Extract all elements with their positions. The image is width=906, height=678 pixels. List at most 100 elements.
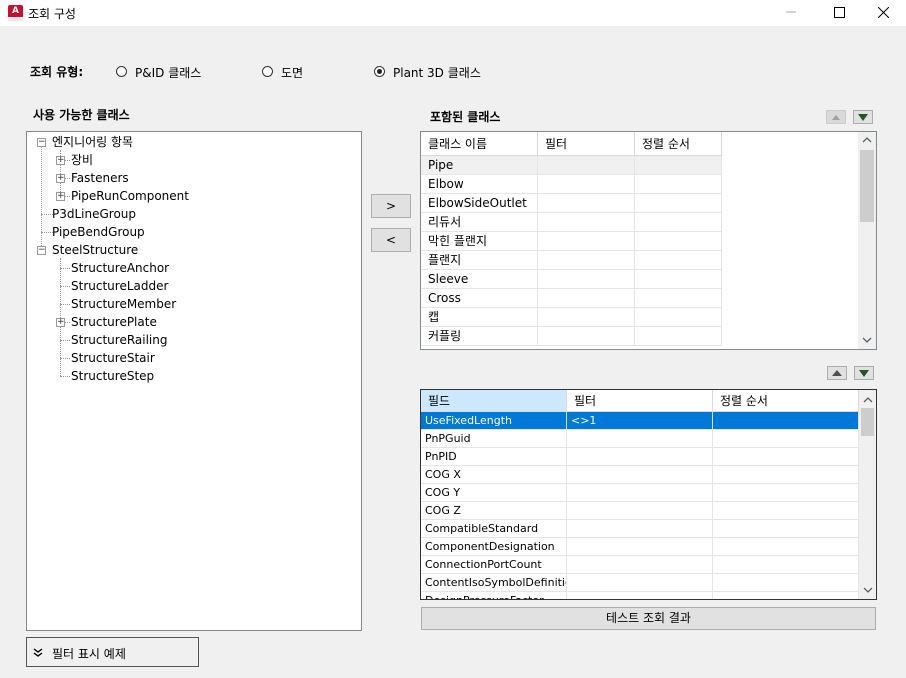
field-sort-order-cell[interactable]: [713, 556, 859, 574]
radio-plant3d-classes[interactable]: Plant 3D 클래스: [374, 66, 481, 80]
radio-circle-selected[interactable]: [374, 66, 385, 77]
field-name-cell[interactable]: UseFixedLength: [421, 412, 567, 430]
expand-icon[interactable]: +: [56, 318, 65, 327]
scroll-down-icon[interactable]: [863, 586, 873, 594]
tree-item-structurerailing[interactable]: StructureRailing: [71, 331, 167, 349]
class-filter-cell[interactable]: [538, 232, 635, 251]
class-sort-order-cell[interactable]: [635, 175, 722, 194]
field-sort-order-cell[interactable]: [713, 502, 859, 520]
scroll-thumb[interactable]: [860, 150, 874, 222]
class-sort-order-cell[interactable]: [635, 213, 722, 232]
scroll-thumb[interactable]: [861, 408, 874, 436]
close-button[interactable]: [860, 0, 906, 26]
tree-item-p3dlinegroup[interactable]: P3dLineGroup: [52, 205, 136, 223]
class-filter-cell[interactable]: [538, 156, 635, 175]
included-scrollbar[interactable]: [858, 132, 876, 349]
class-name-cell[interactable]: 플랜지: [421, 251, 538, 270]
expand-icon[interactable]: +: [56, 192, 65, 201]
field-sort-order-cell[interactable]: [713, 592, 859, 599]
field-filter-cell[interactable]: [567, 574, 713, 592]
field-sort-order-cell[interactable]: [713, 466, 859, 484]
column-header-field[interactable]: 필드: [421, 390, 567, 412]
show-filter-examples-button[interactable]: 필터 표시 예제: [26, 637, 199, 667]
field-filter-cell[interactable]: [567, 448, 713, 466]
class-name-cell[interactable]: 캡: [421, 308, 538, 327]
move-up-button[interactable]: [826, 110, 846, 124]
tree-item-piperuncomponent[interactable]: PipeRunComponent: [71, 187, 189, 205]
remove-class-button[interactable]: <: [371, 228, 411, 252]
class-filter-cell[interactable]: [538, 194, 635, 213]
tree-item-equipment[interactable]: 장비: [71, 151, 93, 169]
column-header-class-name[interactable]: 클래스 이름: [421, 132, 538, 156]
class-sort-order-cell[interactable]: [635, 308, 722, 327]
tree-item-structurestair[interactable]: StructureStair: [71, 349, 155, 367]
field-name-cell[interactable]: COG X: [421, 466, 567, 484]
class-filter-cell[interactable]: [538, 213, 635, 232]
field-move-up-button[interactable]: [827, 366, 847, 380]
field-name-cell[interactable]: PnPGuid: [421, 430, 567, 448]
included-classes-grid[interactable]: 클래스 이름 필터 정렬 순서 Pipe Elbow ElbowSideOutlet…: [420, 131, 877, 350]
expand-icon[interactable]: +: [56, 174, 65, 183]
maximize-button[interactable]: [816, 0, 862, 26]
add-class-button[interactable]: >: [371, 194, 411, 218]
field-name-cell[interactable]: ConnectionPortCount: [421, 556, 567, 574]
fields-scrollbar[interactable]: [859, 390, 876, 599]
radio-circle[interactable]: [262, 66, 273, 77]
scroll-down-icon[interactable]: [862, 336, 872, 344]
field-sort-order-cell[interactable]: [713, 538, 859, 556]
tree-item-fasteners[interactable]: Fasteners: [71, 169, 129, 187]
field-sort-order-cell[interactable]: [713, 448, 859, 466]
class-filter-cell[interactable]: [538, 175, 635, 194]
class-sort-order-cell[interactable]: [635, 327, 722, 346]
tree-item-structureladder[interactable]: StructureLadder: [71, 277, 168, 295]
class-name-cell[interactable]: Sleeve: [421, 270, 538, 289]
field-sort-order-cell[interactable]: [713, 430, 859, 448]
class-name-cell[interactable]: Elbow: [421, 175, 538, 194]
tree-item-structureplate[interactable]: StructurePlate: [71, 313, 157, 331]
field-filter-cell[interactable]: [567, 484, 713, 502]
collapse-icon[interactable]: −: [37, 246, 46, 255]
expand-icon[interactable]: +: [56, 156, 65, 165]
field-name-cell[interactable]: CompatibleStandard: [421, 520, 567, 538]
scroll-up-icon[interactable]: [863, 396, 873, 404]
field-name-cell[interactable]: ComponentDesignation: [421, 538, 567, 556]
field-sort-order-cell[interactable]: [713, 574, 859, 592]
class-name-cell[interactable]: Cross: [421, 289, 538, 308]
class-sort-order-cell[interactable]: [635, 232, 722, 251]
tree-item-pipebendgroup[interactable]: PipeBendGroup: [52, 223, 145, 241]
class-name-cell[interactable]: 커플링: [421, 327, 538, 346]
class-sort-order-cell[interactable]: [635, 289, 722, 308]
column-header-filter[interactable]: 필터: [538, 132, 635, 156]
radio-circle[interactable]: [116, 66, 127, 77]
field-name-cell[interactable]: COG Y: [421, 484, 567, 502]
field-name-cell[interactable]: PnPID: [421, 448, 567, 466]
column-header-sort-order[interactable]: 정렬 순서: [635, 132, 722, 156]
field-filter-cell[interactable]: [567, 538, 713, 556]
field-filter-cell[interactable]: [567, 466, 713, 484]
class-name-cell[interactable]: Pipe: [421, 156, 538, 175]
minimize-button[interactable]: [768, 0, 814, 26]
fields-grid[interactable]: 필드 필터 정렬 순서 UseFixedLength <>1 PnPGuid PnPI…: [420, 389, 877, 600]
tree-item-structuremember[interactable]: StructureMember: [71, 295, 176, 313]
field-sort-order-cell[interactable]: [713, 484, 859, 502]
collapse-icon[interactable]: −: [37, 138, 46, 147]
column-header-field-sort-order[interactable]: 정렬 순서: [713, 390, 859, 412]
field-filter-cell[interactable]: [567, 520, 713, 538]
tree-item-structureanchor[interactable]: StructureAnchor: [71, 259, 169, 277]
class-name-cell[interactable]: ElbowSideOutlet: [421, 194, 538, 213]
field-name-cell[interactable]: DesignPressureFactor: [421, 592, 567, 599]
class-filter-cell[interactable]: [538, 251, 635, 270]
class-name-cell[interactable]: 막힌 플랜지: [421, 232, 538, 251]
field-filter-cell[interactable]: [567, 556, 713, 574]
class-sort-order-cell[interactable]: [635, 156, 722, 175]
scroll-up-icon[interactable]: [862, 136, 872, 144]
class-sort-order-cell[interactable]: [635, 251, 722, 270]
move-down-button[interactable]: [853, 110, 873, 124]
test-query-results-button[interactable]: 테스트 조회 결과: [421, 607, 876, 630]
class-sort-order-cell[interactable]: [635, 194, 722, 213]
class-filter-cell[interactable]: [538, 289, 635, 308]
field-name-cell[interactable]: COG Z: [421, 502, 567, 520]
field-filter-cell[interactable]: [567, 430, 713, 448]
field-sort-order-cell[interactable]: [713, 520, 859, 538]
tree-item-steelstructure[interactable]: SteelStructure: [52, 241, 138, 259]
